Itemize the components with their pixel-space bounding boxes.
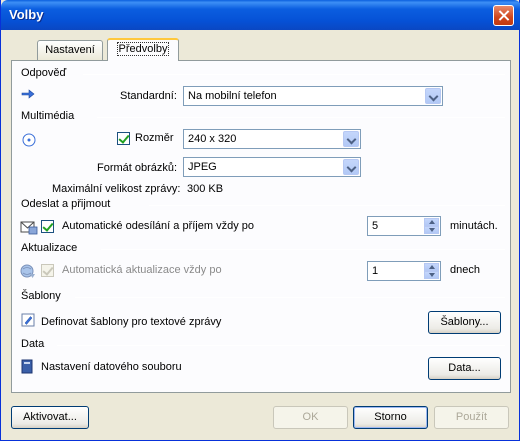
activate-button[interactable]: Aktivovat... [11, 406, 89, 429]
auto-update-label: Automatická aktualizace vždy po [62, 264, 222, 276]
auto-send-label: Automatické odesílání a příjem vždy po [62, 220, 254, 232]
divider [101, 249, 505, 250]
standard-select[interactable]: Na mobilní telefon [183, 86, 443, 106]
image-format-label: Formát obrázků: [97, 162, 178, 174]
chevron-down-icon[interactable] [425, 88, 441, 104]
cancel-button[interactable]: Storno [353, 406, 428, 429]
section-heading-reply: Odpověď [21, 67, 67, 79]
options-dialog: Volby Nastavení Předvolby Odpověď Standa… [0, 0, 520, 441]
auto-update-interval-spinner[interactable]: 1 [367, 261, 441, 281]
auto-send-interval-value: 5 [372, 220, 379, 232]
divider [149, 205, 505, 206]
tab-nastaveni[interactable]: Nastavení [37, 40, 103, 60]
tab-label: Nastavení [45, 44, 95, 56]
max-size-label: Maximální velikost zprávy: [52, 183, 181, 195]
spinner-down-icon[interactable] [424, 271, 439, 279]
tab-label: Předvolby [116, 42, 170, 56]
spinner-buttons [424, 263, 439, 279]
section-heading-multimedia: Multimédia [21, 110, 75, 122]
section-heading-data: Data [21, 338, 45, 350]
data-button[interactable]: Data... [428, 357, 501, 380]
spinner-up-icon[interactable] [424, 218, 439, 226]
tab-predvolby[interactable]: Předvolby [107, 38, 179, 61]
disc-icon [22, 133, 36, 147]
templates-description: Definovat šablony pro textové zprávy [41, 316, 222, 328]
title-bar[interactable]: Volby [1, 0, 520, 30]
templates-button[interactable]: Šablony... [428, 311, 501, 334]
size-checkbox[interactable] [117, 132, 130, 145]
image-format-select-value: JPEG [188, 161, 217, 173]
image-format-select[interactable]: JPEG [183, 157, 361, 177]
update-globe-icon [20, 264, 35, 278]
size-label: Rozměr [135, 132, 174, 144]
divider [97, 117, 505, 118]
auto-update-checkbox[interactable] [41, 264, 54, 277]
envelope-icon [20, 221, 38, 235]
divider [75, 297, 505, 298]
data-description: Nastavení datového souboru [41, 361, 182, 373]
spinner-down-icon[interactable] [424, 226, 439, 234]
section-heading-update: Aktualizace [21, 242, 78, 254]
chevron-down-icon[interactable] [343, 159, 359, 175]
arrow-right-icon [21, 89, 35, 99]
window-title: Volby [9, 7, 44, 22]
chevron-down-icon[interactable] [343, 131, 359, 147]
size-select[interactable]: 240 x 320 [183, 129, 361, 149]
data-book-icon [21, 359, 33, 374]
divider [57, 345, 505, 346]
pencil-icon [21, 313, 35, 327]
ok-button[interactable]: OK [273, 406, 348, 429]
close-button[interactable] [493, 5, 514, 26]
section-heading-templates: Šablony [21, 290, 61, 302]
apply-button[interactable]: Použít [434, 406, 509, 429]
max-size-value: 300 KB [187, 183, 224, 195]
size-select-value: 240 x 320 [188, 133, 237, 145]
standard-label: Standardní: [120, 90, 177, 102]
divider [83, 74, 505, 75]
spinner-buttons [424, 218, 439, 234]
auto-update-unit: dnech [450, 264, 480, 276]
auto-send-unit: minutách. [450, 220, 498, 232]
auto-update-interval-value: 1 [372, 265, 379, 277]
auto-send-checkbox[interactable] [41, 220, 54, 233]
auto-send-interval-spinner[interactable]: 5 [367, 216, 441, 236]
section-heading-send-receive: Odeslat a přijmout [21, 198, 111, 210]
standard-select-value: Na mobilní telefon [188, 90, 277, 102]
spinner-up-icon[interactable] [424, 263, 439, 271]
